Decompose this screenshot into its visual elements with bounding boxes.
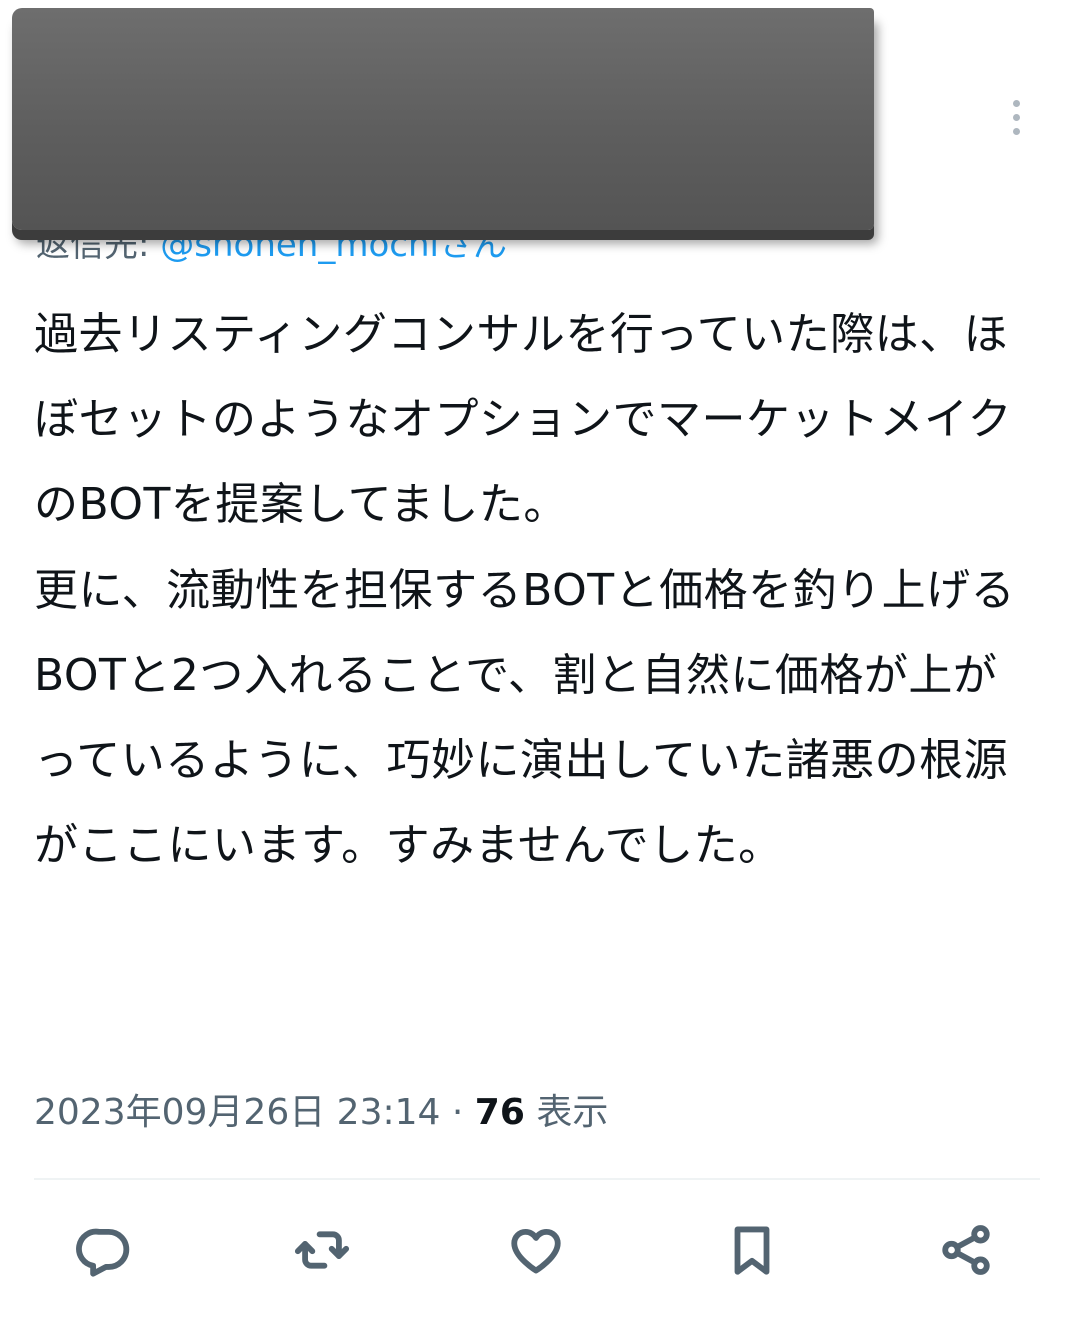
views-count: 76 [474, 1092, 525, 1133]
share-button[interactable] [928, 1212, 1004, 1288]
heart-icon [511, 1228, 561, 1274]
more-dot [1012, 127, 1020, 135]
views-label: 表示 [524, 1092, 609, 1133]
tweet-text: 過去リスティングコンサルを行っていた際は、ほぼセットのようなオプションでマーケッ… [34, 309, 1016, 872]
like-button[interactable] [498, 1212, 574, 1288]
divider [34, 1178, 1040, 1180]
reply-prefix: 返信先: [36, 225, 161, 265]
bookmark-button[interactable] [714, 1212, 790, 1288]
retweet-button[interactable] [284, 1212, 360, 1288]
bookmark-icon [734, 1226, 770, 1275]
action-bar [0, 1212, 1076, 1288]
more-options-button[interactable] [998, 92, 1034, 142]
reply-suffix: さん [438, 225, 507, 265]
more-vertical-icon [1012, 99, 1020, 107]
share-icon [942, 1225, 990, 1275]
reply-icon [76, 1228, 130, 1277]
retweet-icon [294, 1231, 350, 1269]
tweet-meta: 2023年09月26日 23:14 · 76 表示 [34, 1088, 608, 1138]
redaction-overlay [12, 8, 874, 230]
reply-button[interactable] [66, 1212, 142, 1288]
tweet-timestamp[interactable]: 2023年09月26日 23:14 [34, 1092, 440, 1133]
reply-handle-link[interactable]: @shonen_mochi [160, 225, 439, 265]
meta-separator: · [440, 1092, 475, 1133]
more-dot [1012, 113, 1020, 121]
